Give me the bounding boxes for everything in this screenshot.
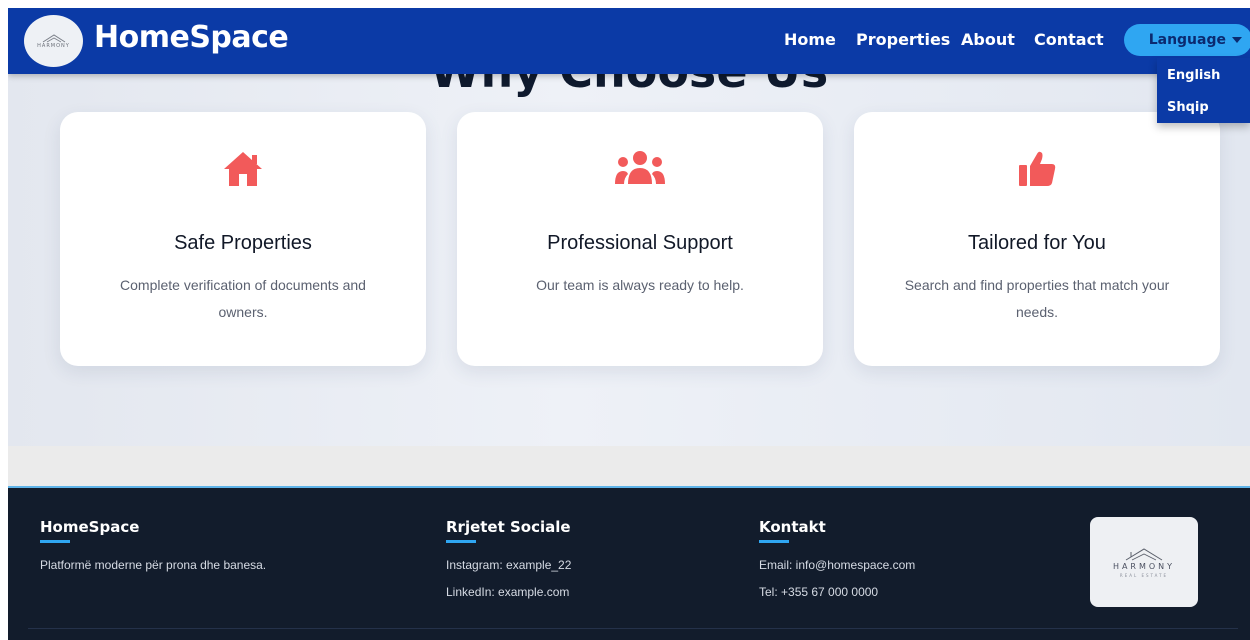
heading-underline — [446, 540, 476, 543]
card-description: Search and find properties that match yo… — [904, 277, 1170, 320]
card-title: Tailored for You — [968, 232, 1106, 254]
footer-logo: HARMONY REAL ESTATE — [1090, 517, 1198, 607]
thumbs-up-icon — [854, 150, 1220, 188]
heading-underline — [759, 540, 789, 543]
house-roof-icon — [1125, 548, 1163, 561]
footer: HomeSpace Platformë moderne për prona dh… — [8, 488, 1250, 640]
nav-link-about[interactable]: About — [961, 30, 1015, 49]
feature-card-safe-properties: Safe Properties Complete verification of… — [60, 112, 426, 366]
language-menu: English Shqip — [1157, 58, 1250, 123]
nav-link-properties[interactable]: Properties — [856, 30, 950, 49]
brand-name[interactable]: HomeSpace — [94, 20, 289, 55]
users-icon — [457, 150, 823, 186]
nav-link-contact[interactable]: Contact — [1034, 30, 1104, 49]
language-option-shqip[interactable]: Shqip — [1167, 100, 1209, 115]
card-description: Complete verification of documents and o… — [120, 277, 366, 320]
card-title: Professional Support — [547, 232, 733, 254]
caret-down-icon — [1232, 37, 1242, 43]
section-spacer — [8, 446, 1250, 486]
footer-heading-contact: Kontakt — [759, 518, 826, 536]
house-roof-icon — [42, 34, 65, 43]
navbar: HARMONY HomeSpace Home Properties About … — [8, 8, 1250, 74]
contact-email[interactable]: Email: info@homespace.com — [759, 558, 915, 572]
why-choose-us-section: Why Choose Us Safe Properties Complete v… — [8, 44, 1250, 446]
feature-card-professional-support: Professional Support Our team is always … — [457, 112, 823, 366]
language-button-label: Language — [1148, 32, 1226, 48]
footer-logo-subtitle: REAL ESTATE — [1119, 573, 1169, 578]
footer-logo-name: HARMONY — [1112, 562, 1176, 571]
page: Why Choose Us Safe Properties Complete v… — [8, 8, 1250, 640]
card-description: Our team is always ready to help. — [536, 277, 744, 293]
footer-heading-homespace: HomeSpace — [40, 518, 140, 536]
card-title: Safe Properties — [174, 232, 312, 254]
logo-text: HARMONY — [37, 43, 70, 49]
contact-phone[interactable]: Tel: +355 67 000 0000 — [759, 585, 878, 599]
linkedin-link[interactable]: LinkedIn: example.com — [446, 585, 569, 599]
heading-underline — [40, 540, 70, 543]
footer-divider — [28, 628, 1238, 629]
footer-heading-social: Rrjetet Sociale — [446, 518, 571, 536]
footer-description: Platformë moderne për prona dhe banesa. — [40, 558, 267, 572]
home-icon — [60, 150, 426, 188]
nav-link-home[interactable]: Home — [784, 30, 836, 49]
language-option-english[interactable]: English — [1167, 68, 1220, 83]
logo[interactable]: HARMONY — [24, 15, 83, 67]
language-dropdown-button[interactable]: Language — [1124, 24, 1250, 56]
feature-card-tailored-for-you: Tailored for You Search and find propert… — [854, 112, 1220, 366]
instagram-link[interactable]: Instagram: example_22 — [446, 558, 571, 572]
